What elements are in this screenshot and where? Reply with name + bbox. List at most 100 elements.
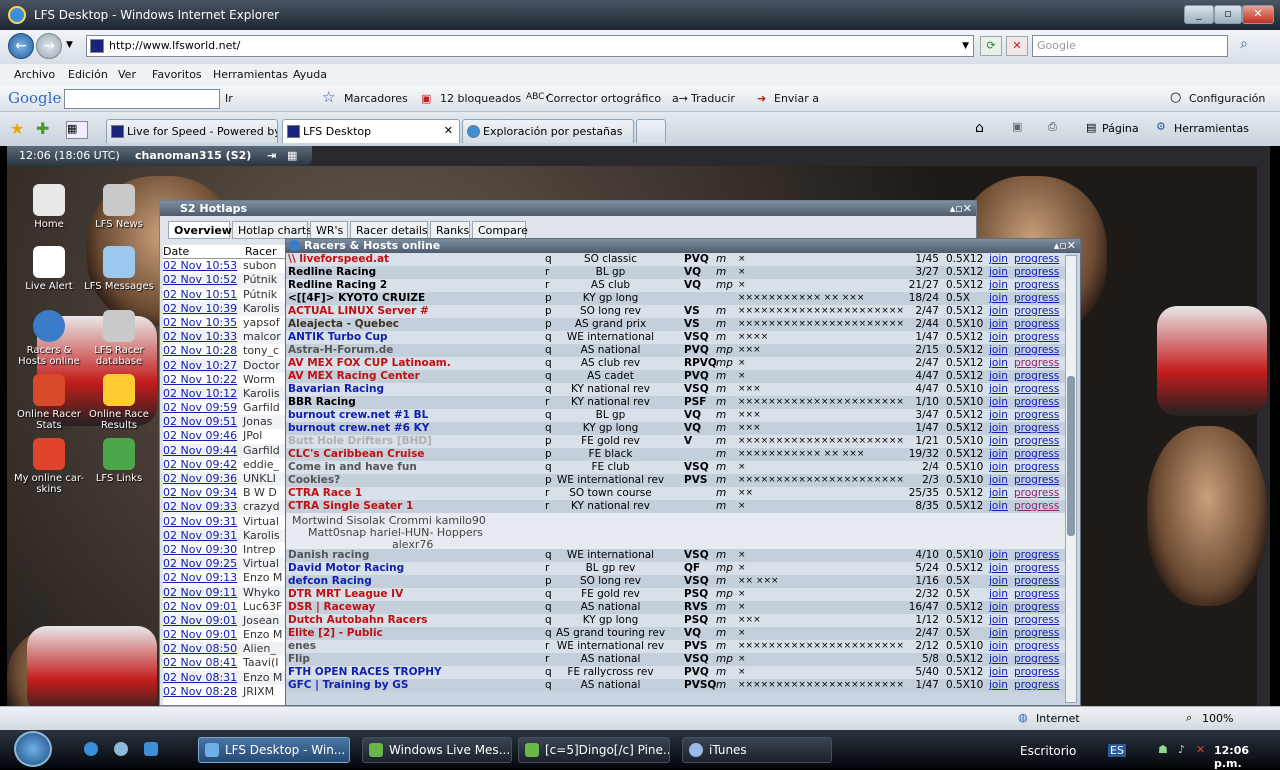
host-row[interactable]: \\ liveforspeed.at q SO classic PVQ × 1/45 0.5… bbox=[286, 253, 1066, 266]
tab-wrs[interactable]: WR's bbox=[310, 221, 348, 239]
host-row[interactable]: David Motor Racing r BL gp rev QF × 5/24 0.5X1… bbox=[286, 562, 1066, 575]
progress-link[interactable]: progress bbox=[1014, 487, 1059, 500]
host-row[interactable]: burnout crew.net #1 BL q BL gp VQ ××× 3/47 0.5… bbox=[286, 409, 1066, 422]
tab-compare[interactable]: Compare bbox=[472, 221, 528, 239]
join-link[interactable]: join bbox=[989, 666, 1008, 679]
progress-link[interactable]: progress bbox=[1014, 396, 1059, 409]
favorites-star-icon[interactable]: ★ bbox=[10, 119, 24, 138]
zoom-level[interactable]: 100% bbox=[1202, 712, 1233, 725]
forward-button[interactable]: → bbox=[36, 33, 62, 59]
quicklaunch-ie-icon[interactable] bbox=[84, 742, 98, 756]
translate-button[interactable]: Traducir bbox=[691, 92, 735, 105]
progress-link[interactable]: progress bbox=[1014, 601, 1059, 614]
host-row[interactable]: GFC | Training by GS q AS national PVSQ ××××… bbox=[286, 679, 1066, 692]
join-link[interactable]: join bbox=[989, 305, 1008, 318]
progress-link[interactable]: progress bbox=[1014, 640, 1059, 653]
start-button[interactable] bbox=[14, 731, 52, 767]
hotlap-date-link[interactable]: 02 Nov 10:33 bbox=[163, 330, 243, 344]
join-link[interactable]: join bbox=[989, 344, 1008, 357]
progress-link[interactable]: progress bbox=[1014, 588, 1059, 601]
tray-network-icon[interactable]: ☗ bbox=[1158, 743, 1168, 756]
host-row[interactable]: ANTIK Turbo Cup q WE international VSQ ×××× 1… bbox=[286, 331, 1066, 344]
hotlap-date-link[interactable]: 02 Nov 09:31 bbox=[163, 515, 243, 529]
host-row[interactable]: CLC's Caribbean Cruise p FE black ×××××××××… bbox=[286, 448, 1066, 461]
back-button[interactable]: ← bbox=[8, 33, 34, 59]
hotlap-date-link[interactable]: 02 Nov 10:28 bbox=[163, 344, 243, 358]
hotlap-date-link[interactable]: 02 Nov 09:33 bbox=[163, 500, 243, 514]
progress-link[interactable]: progress bbox=[1014, 679, 1059, 692]
host-row[interactable]: Redline Racing r BL gp VQ × 3/27 0.5X12 join pro… bbox=[286, 266, 1066, 279]
address-bar[interactable]: http://www.lfsworld.net/ ▼ bbox=[86, 35, 974, 57]
settings-button[interactable]: Configuración bbox=[1189, 92, 1265, 105]
quicklaunch-ie2-icon[interactable] bbox=[144, 742, 158, 756]
join-link[interactable]: join bbox=[989, 253, 1008, 266]
progress-link[interactable]: progress bbox=[1014, 549, 1059, 562]
language-indicator[interactable]: ES bbox=[1108, 744, 1126, 757]
join-link[interactable]: join bbox=[989, 435, 1008, 448]
join-link[interactable]: join bbox=[989, 396, 1008, 409]
racers-titlebar[interactable]: Racers & Hosts online ▴▫✕ bbox=[286, 239, 1080, 253]
minimize-button[interactable]: _ bbox=[1184, 5, 1214, 24]
progress-link[interactable]: progress bbox=[1014, 435, 1059, 448]
progress-link[interactable]: progress bbox=[1014, 448, 1059, 461]
menu-herramientas[interactable]: Herramientas bbox=[213, 68, 288, 81]
desktop-icon-racers-hosts[interactable]: Racers & Hosts online bbox=[13, 310, 85, 367]
host-row[interactable]: CTRA Single Seater 1 r KY national rev × 8/3… bbox=[286, 500, 1066, 513]
logout-icon[interactable]: ⇥ bbox=[267, 149, 276, 162]
join-link[interactable]: join bbox=[989, 487, 1008, 500]
hotlap-date-link[interactable]: 02 Nov 09:59 bbox=[163, 401, 243, 415]
progress-link[interactable]: progress bbox=[1014, 562, 1059, 575]
host-row[interactable]: Butt Hole Drifters [BHD] p FE gold rev V ×××… bbox=[286, 435, 1066, 448]
desktop-icon-live-alert[interactable]: Live Alert bbox=[13, 246, 85, 292]
host-row[interactable]: AV MEX FOX CUP Latinoam. q AS club rev RPVQ… bbox=[286, 357, 1066, 370]
quicklaunch-media-icon[interactable] bbox=[114, 742, 128, 756]
hotlap-date-link[interactable]: 02 Nov 09:46 bbox=[163, 429, 243, 443]
desktop-icon-car-skins[interactable]: My online car-skins bbox=[13, 438, 85, 495]
stop-button[interactable]: ✕ bbox=[1006, 36, 1028, 56]
popup-blocker-button[interactable]: 12 bloqueados bbox=[440, 92, 521, 105]
join-link[interactable]: join bbox=[989, 627, 1008, 640]
join-link[interactable]: join bbox=[989, 461, 1008, 474]
join-link[interactable]: join bbox=[989, 357, 1008, 370]
host-row[interactable]: Aleajecta - Quebec p AS grand prix VS ××××××… bbox=[286, 318, 1066, 331]
spellcheck-button[interactable]: Corrector ortográfico bbox=[546, 92, 661, 105]
host-row[interactable]: burnout crew.net #6 KY q KY gp long VQ ××× 1/… bbox=[286, 422, 1066, 435]
hotlap-date-link[interactable]: 02 Nov 09:30 bbox=[163, 543, 243, 557]
host-row[interactable]: Cookies? p WE international rev PVS ××××××××… bbox=[286, 474, 1066, 487]
join-link[interactable]: join bbox=[989, 409, 1008, 422]
progress-link[interactable]: progress bbox=[1014, 627, 1059, 640]
progress-link[interactable]: progress bbox=[1014, 383, 1059, 396]
join-link[interactable]: join bbox=[989, 549, 1008, 562]
progress-link[interactable]: progress bbox=[1014, 305, 1059, 318]
taskbar-item-lfs-desktop[interactable]: LFS Desktop - Win... bbox=[198, 737, 350, 763]
hotlap-date-link[interactable]: 02 Nov 10:12 bbox=[163, 387, 243, 401]
bookmarks-button[interactable]: Marcadores bbox=[344, 92, 408, 105]
host-row[interactable]: enes r WE international rev PVS ××××××××××××… bbox=[286, 640, 1066, 653]
quick-tabs-icon[interactable]: ▦ bbox=[66, 121, 88, 139]
progress-link[interactable]: progress bbox=[1014, 474, 1059, 487]
home-icon[interactable]: ⌂ bbox=[975, 120, 984, 136]
join-link[interactable]: join bbox=[989, 370, 1008, 383]
hotlap-date-link[interactable]: 02 Nov 10:35 bbox=[163, 316, 243, 330]
print-icon[interactable]: ⎙ bbox=[1048, 120, 1057, 134]
taskbar-item-itunes[interactable]: iTunes bbox=[682, 737, 832, 763]
join-link[interactable]: join bbox=[989, 653, 1008, 666]
desktop-icon-lfs-links[interactable]: LFS Links bbox=[83, 438, 155, 484]
desktop-icon-race-results[interactable]: Online Race Results bbox=[83, 374, 155, 431]
host-row[interactable]: Danish racing q WE international VSQ × 4/10 0.… bbox=[286, 549, 1066, 562]
hotlap-date-link[interactable]: 02 Nov 08:50 bbox=[163, 642, 243, 656]
join-link[interactable]: join bbox=[989, 474, 1008, 487]
hotlap-date-link[interactable]: 02 Nov 08:31 bbox=[163, 671, 243, 685]
new-tab-button[interactable] bbox=[636, 119, 666, 143]
join-link[interactable]: join bbox=[989, 562, 1008, 575]
host-row[interactable]: Bavarian Racing q KY national rev VSQ ××× 4/4… bbox=[286, 383, 1066, 396]
desktop-icon-lfs-news[interactable]: LFS News bbox=[83, 184, 155, 230]
progress-link[interactable]: progress bbox=[1014, 344, 1059, 357]
add-favorite-icon[interactable]: ✚ bbox=[36, 119, 49, 138]
desktop-icon-racer-database[interactable]: LFS Racer database bbox=[83, 310, 155, 367]
join-link[interactable]: join bbox=[989, 266, 1008, 279]
progress-link[interactable]: progress bbox=[1014, 500, 1059, 513]
refresh-button[interactable]: ⟳ bbox=[980, 36, 1002, 56]
join-link[interactable]: join bbox=[989, 279, 1008, 292]
hotlap-date-link[interactable]: 02 Nov 09:36 bbox=[163, 472, 243, 486]
